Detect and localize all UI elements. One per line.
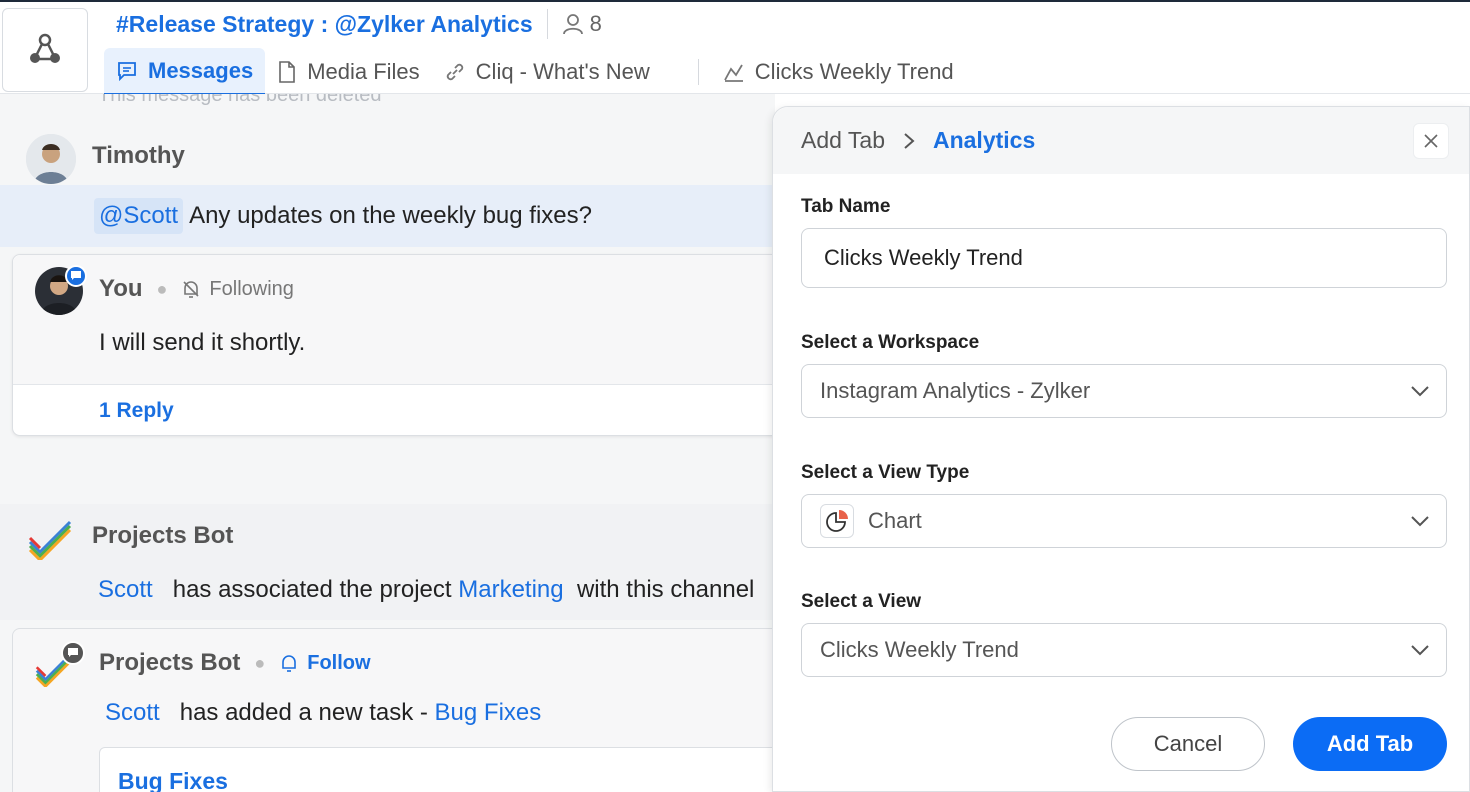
message-meta: You ● Following [99,275,294,303]
avatar[interactable] [26,134,76,184]
view-type-select[interactable]: Chart [801,494,1447,548]
separator-dot: ● [156,278,168,299]
link-icon [446,63,463,81]
chat-badge-icon [65,265,87,287]
message-projects-bot-task[interactable]: Projects Bot ● Follow Scott has added a … [12,628,775,792]
view-select[interactable]: Clicks Weekly Trend [801,623,1447,677]
sender-name[interactable]: Timothy [92,142,185,170]
following-label: Following [209,277,294,300]
tab-name-label: Tab Name [801,196,891,217]
tab-name-value: Clicks Weekly Trend [824,245,1023,270]
chevron-down-icon [1411,386,1429,397]
tab-label: Clicks Weekly Trend [754,59,954,84]
member-count: 8 [589,11,602,36]
tab-label: Messages [148,57,254,83]
workspace-select[interactable]: Instagram Analytics - Zylker [801,364,1447,418]
message-text-line: Scott has associated the project Marketi… [98,576,754,604]
mention-link[interactable]: @Scott [94,198,184,234]
chat-badge-icon [61,641,85,665]
tab-messages[interactable]: Messages [104,48,266,96]
chat-icon [118,61,136,81]
chevron-down-icon [1411,645,1429,656]
workspace-value: Instagram Analytics - Zylker [820,378,1091,403]
message-text: with this channel [576,576,755,603]
bell-icon [282,655,297,672]
tab-clicks-weekly-trend[interactable]: Clicks Weekly Trend [711,48,966,96]
task-card-title[interactable]: Bug Fixes [118,768,228,792]
message-text: Any updates on the weekly bug fixes? [189,202,592,229]
channel-header: #Release Strategy : @Zylker Analytics 8 … [0,0,1470,96]
message-meta: Projects Bot ● Follow [99,649,371,677]
tab-label: Cliq - What's New [475,59,650,84]
view-type-label: Select a View Type [801,462,970,483]
channel-share-icon [30,33,60,63]
close-icon [1424,134,1438,148]
sender-name[interactable]: Projects Bot [99,649,240,677]
tab-divider [697,59,699,85]
sender-name[interactable]: Projects Bot [92,522,233,550]
channel-title[interactable]: #Release Strategy : @Zylker Analytics [116,11,533,38]
user-link[interactable]: Scott [105,699,160,726]
message-text-line: Scott has added a new task - Bug Fixes [105,699,541,727]
tab-cliq-whats-new[interactable]: Cliq - What's New [432,48,662,96]
project-link[interactable]: Marketing [458,576,563,603]
file-icon [279,61,295,83]
panel-header: Add Tab Analytics [773,107,1469,174]
thread-card: You ● Following I will send it shortly. … [12,254,775,436]
following-toggle[interactable]: Following [181,277,294,301]
sender-name[interactable]: You [99,275,143,303]
reply-link[interactable]: 1 Reply [99,399,174,423]
task-link[interactable]: Bug Fixes [435,699,542,726]
message-text: I will send it shortly. [99,329,306,356]
message-you[interactable]: You ● Following I will send it shortly. [13,255,775,385]
message-projects-bot[interactable]: Projects Bot Scott has associated the pr… [0,504,775,620]
add-tab-panel: Add Tab Analytics Tab Name Clicks Weekly… [772,106,1470,792]
breadcrumb-analytics: Analytics [932,127,1036,153]
pie-chart-icon [820,504,854,538]
task-card[interactable]: Bug Fixes [99,747,775,792]
channel-avatar[interactable] [2,8,88,92]
title-divider [546,9,548,39]
follow-label: Follow [307,651,371,674]
view-type-value: Chart [868,508,922,533]
user-link[interactable]: Scott [98,576,153,603]
separator-dot: ● [254,652,266,673]
avatar-person-icon [26,134,76,184]
bell-off-icon [183,281,199,298]
chevron-down-icon [1411,516,1429,527]
chevron-right-icon [904,132,915,149]
follow-button[interactable]: Follow [279,651,371,675]
projects-bot-logo-icon [28,520,72,560]
cancel-button[interactable]: Cancel [1111,717,1265,771]
breadcrumb-add-tab[interactable]: Add Tab [801,127,885,154]
highlighted-message[interactable]: @Scott Any updates on the weekly bug fix… [0,185,775,247]
tab-label: Media Files [307,59,420,84]
message-header-timothy: Timothy [0,124,775,184]
message-text: has added a new task - [179,699,428,726]
person-icon [562,14,583,35]
deleted-message-text: This message has been deleted [98,94,382,106]
view-label: Select a View [801,591,922,612]
workspace-label: Select a Workspace [801,332,980,353]
tab-media-files[interactable]: Media Files [265,48,431,96]
close-button[interactable] [1413,123,1449,159]
channel-tabs: Messages Media Files Cliq - What's New C… [104,48,966,96]
view-value: Clicks Weekly Trend [820,637,1019,662]
tab-name-input[interactable]: Clicks Weekly Trend [801,228,1447,288]
add-tab-button[interactable]: Add Tab [1293,717,1447,771]
message-list[interactable]: This message has been deleted Timothy @S… [0,94,775,792]
chart-icon [724,64,743,82]
message-text: has associated the project [172,576,452,603]
member-count-button[interactable]: 8 [562,11,602,37]
